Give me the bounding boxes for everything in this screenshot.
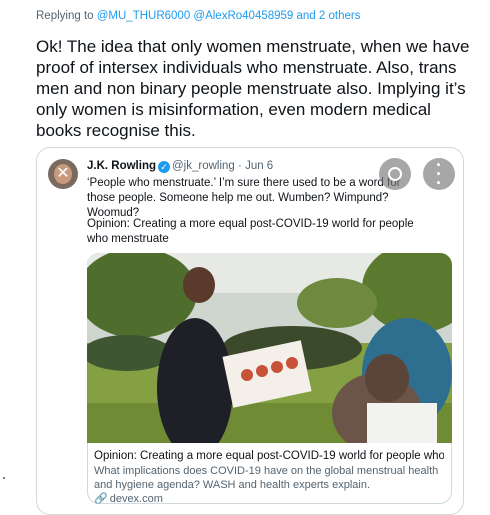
quoted-author-handle[interactable]: @jk_rowling	[172, 160, 235, 172]
link-icon: 🔗	[94, 493, 108, 505]
link-card-domain-text: devex.com	[109, 493, 163, 505]
lens-search-icon	[388, 167, 402, 181]
replying-to-line: Replying to @MU_THUR6000 @AlexRo40458959…	[36, 10, 360, 22]
verified-badge-icon: ✓	[158, 161, 170, 173]
link-card-title: Opinion: Creating a more equal post-COVI…	[94, 450, 444, 462]
replying-to-label: Replying to	[36, 10, 97, 22]
link-card-domain: 🔗 devex.com	[94, 492, 163, 505]
quoted-tweet-link-title: Opinion: Creating a more equal post-COVI…	[87, 218, 414, 245]
quoted-tweet-text: ‘People who menstruate.’ I’m sure there …	[87, 177, 401, 219]
stray-dot	[3, 477, 5, 479]
more-vertical-icon: · · ·	[436, 155, 442, 193]
lens-search-button[interactable]	[379, 158, 411, 190]
avatar-x-mark-icon: ✕	[56, 165, 70, 182]
link-card-description: What implications does COVID-19 have on …	[94, 465, 439, 491]
quoted-author-name[interactable]: J.K. Rowling	[87, 160, 156, 172]
reply-mentions-link[interactable]: @MU_THUR6000 @AlexRo40458959 and 2 other…	[97, 10, 361, 22]
quoted-tweet-header: J.K. Rowling ✓ @jk_rowling · Jun 6	[87, 160, 273, 173]
quoted-tweet-date[interactable]: Jun 6	[245, 160, 273, 172]
avatar[interactable]: ✕	[48, 159, 78, 189]
quoted-tweet-card[interactable]: ✕ J.K. Rowling ✓ @jk_rowling · Jun 6 ‘Peop…	[36, 147, 464, 515]
link-card-footer[interactable]: Opinion: Creating a more equal post-COVI…	[87, 443, 452, 505]
tweet-text: Ok! The idea that only women menstruate,…	[36, 37, 470, 140]
header-separator: ·	[238, 160, 242, 172]
link-card-image[interactable]	[87, 253, 452, 443]
more-options-button[interactable]: · · ·	[423, 155, 455, 193]
